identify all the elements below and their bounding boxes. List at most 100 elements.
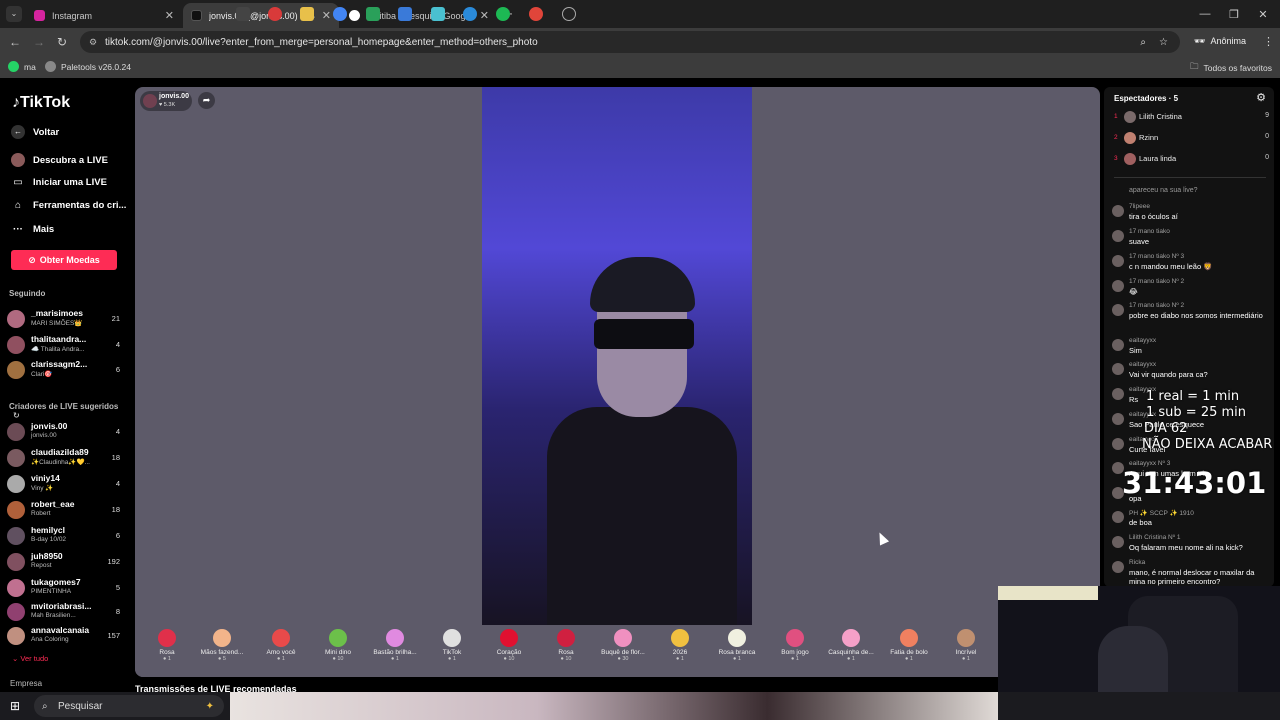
forward-button[interactable]: → xyxy=(33,35,45,49)
overlay-rate-sub: 1 sub = 25 min xyxy=(1146,405,1247,420)
rose-gift-icon xyxy=(158,629,176,647)
windows-start-icon[interactable]: ⊞ xyxy=(10,699,20,713)
bookmark-whatsapp[interactable]: ma xyxy=(8,61,36,72)
gift-item[interactable]: Rosa ● 10 xyxy=(537,629,595,662)
tiktok-icon xyxy=(191,10,202,21)
suggested-item[interactable]: hemilycl B-day 10/02 6 xyxy=(7,524,123,548)
taskbar-search[interactable]: ⌕ Pesquisar ✦ xyxy=(34,695,224,717)
refresh-icon[interactable]: ↻ xyxy=(13,411,20,420)
gift-item[interactable]: Incrível ● 1 xyxy=(937,629,995,662)
tab-instagram[interactable]: Instagram ✕ xyxy=(26,3,182,28)
avatar xyxy=(1112,280,1124,292)
share-icon[interactable]: ➦ xyxy=(198,92,215,109)
suggested-heading: Criadores de LIVE sugeridos ↻ xyxy=(9,402,119,420)
avatar xyxy=(1112,363,1124,375)
app-red-icon[interactable] xyxy=(268,7,282,21)
host-chip[interactable]: jonvis.00 ♥ 5.3K xyxy=(140,91,192,111)
avatar xyxy=(7,603,25,621)
site-info-icon[interactable]: ⚙ xyxy=(89,37,97,48)
suggested-item[interactable]: juh8950 Repost 192 xyxy=(7,550,123,574)
avatar xyxy=(7,527,25,545)
menu-discover-live[interactable]: Descubra a LIVE xyxy=(11,153,108,167)
chevron-down-icon: ⌄ xyxy=(12,654,19,663)
more-icon: ··· xyxy=(13,224,23,235)
menu-creator-tools[interactable]: ⌂ Ferramentas do cri... xyxy=(11,200,126,211)
avatar xyxy=(1112,511,1124,523)
menu-kebab-icon[interactable]: ⋮ xyxy=(1263,35,1274,48)
see-all-link[interactable]: ⌄ Ver tudo xyxy=(12,654,48,663)
avatar xyxy=(1112,304,1124,316)
avatar xyxy=(7,336,25,354)
avatar xyxy=(1112,205,1124,217)
suggested-item[interactable]: mvitoriabrasi... Mah Brasilien... 8 xyxy=(7,600,123,624)
suggested-item[interactable]: tukagomes7 PIMENTINHA 5 xyxy=(7,576,123,600)
avatar xyxy=(1112,536,1124,548)
settings-icon[interactable]: ⚙ xyxy=(1256,91,1266,104)
gift-item[interactable]: Mãos fazend... ● 5 xyxy=(193,629,251,662)
gift-item[interactable]: Rosa branca ● 1 xyxy=(708,629,766,662)
overlay-timer: 31:43:01 xyxy=(1122,466,1267,500)
suggested-item[interactable]: viniy14 Viny ✨ 4 xyxy=(7,472,123,496)
store-icon[interactable] xyxy=(398,7,412,21)
suggested-item[interactable]: annavalcanaia Ana Coloring 157 xyxy=(7,624,123,648)
obs-icon[interactable] xyxy=(562,7,576,21)
suggested-item[interactable]: claudiazilda89 ✨Claudinha✨💛... 18 xyxy=(7,446,123,470)
gift-item[interactable]: Fatia de bolo ● 1 xyxy=(880,629,938,662)
reload-button[interactable]: ↻ xyxy=(57,35,67,49)
star-icon[interactable]: ☆ xyxy=(1159,37,1168,48)
gift-item[interactable]: Bastão brilha... ● 1 xyxy=(366,629,424,662)
close-icon[interactable]: ✕ xyxy=(480,9,489,22)
gift-item[interactable]: Coração ● 10 xyxy=(480,629,538,662)
following-item[interactable]: clarissagm2... Clari🎯 6 xyxy=(7,358,123,382)
avatar xyxy=(7,449,25,467)
file-explorer-icon[interactable] xyxy=(300,7,314,21)
google-icon xyxy=(349,10,360,21)
menu-back[interactable]: ← Voltar xyxy=(11,125,59,139)
chrome-icon[interactable] xyxy=(333,7,347,21)
love-gift-icon xyxy=(272,629,290,647)
following-item[interactable]: thalitaandra... ☁️ Thalita Andra... 4 xyxy=(7,333,123,357)
gift-item[interactable]: Amo você ● 1 xyxy=(252,629,310,662)
app-green-icon[interactable] xyxy=(366,7,380,21)
gift-item[interactable]: Casquinha de... ● 1 xyxy=(822,629,880,662)
incognito-profile[interactable]: 🕶 Anônima xyxy=(1194,36,1246,47)
task-view-icon[interactable] xyxy=(236,7,250,21)
overlay-slogan: NÃO DEIXA ACABAR xyxy=(1142,437,1273,452)
gift-item[interactable]: Rosa ● 1 xyxy=(138,629,196,662)
viewer-row[interactable]: 1 Lilith Cristina 9 xyxy=(1114,109,1269,127)
viewer-row[interactable]: 2 Rzinn 0 xyxy=(1114,130,1269,148)
menu-start-live[interactable]: ▭ Iniciar uma LIVE xyxy=(11,177,107,188)
live-player[interactable]: jonvis.00 ♥ 5.3K ➦ Rosa ● 1 Mãos fazend..… xyxy=(135,87,1100,677)
close-icon[interactable]: ✕ xyxy=(165,9,174,22)
spotify-icon[interactable] xyxy=(496,7,510,21)
window-close-button[interactable]: ✕ xyxy=(1246,0,1280,28)
company-link[interactable]: Empresa xyxy=(10,679,42,688)
viewer-row[interactable]: 3 Laura linda 0 xyxy=(1114,151,1269,169)
edge-icon[interactable] xyxy=(463,7,477,21)
live-video[interactable] xyxy=(482,87,752,627)
back-button[interactable]: ← xyxy=(9,35,21,49)
app-cyan-icon[interactable] xyxy=(431,7,445,21)
suggested-item[interactable]: jonvis.00 jonvis.00 4 xyxy=(7,420,123,444)
menu-more[interactable]: ··· Mais xyxy=(11,224,54,235)
close-icon[interactable]: ✕ xyxy=(322,9,331,22)
following-item[interactable]: _marisimoes MARI SIMÕES👑 21 xyxy=(7,307,123,331)
gift-item[interactable]: 2026 ● 1 xyxy=(651,629,709,662)
chrome-active-icon[interactable] xyxy=(529,7,543,21)
gift-item[interactable]: TikTok ● 1 xyxy=(423,629,481,662)
bouquet-gift-icon xyxy=(614,629,632,647)
gift-item[interactable]: Bom jogo ● 1 xyxy=(766,629,824,662)
tab-tiktok[interactable]: jonvis.00 (@jonvis.00) com 🔈 ✕ xyxy=(183,3,339,28)
bookmark-paletools[interactable]: Paletools v26.0.24 xyxy=(45,61,131,72)
gift-item[interactable]: Buquê de flor... ● 30 xyxy=(594,629,652,662)
all-bookmarks[interactable]: 🗀 Todos os favoritos xyxy=(1190,61,1272,75)
tab-list-button[interactable]: ⌄ xyxy=(6,6,22,22)
zoom-icon[interactable]: ⌕ xyxy=(1140,37,1146,48)
gift-item[interactable]: Mini dino ● 10 xyxy=(309,629,367,662)
url-field[interactable]: ⚙ tiktok.com/@jonvis.00/live?enter_from_… xyxy=(80,31,1180,53)
partial-message: apareceu na sua live? xyxy=(1129,187,1198,194)
tiktok-logo[interactable]: ♪TikTok xyxy=(12,94,70,112)
get-coins-button[interactable]: ⊘ Obter Moedas xyxy=(11,250,117,270)
home-icon: ⌂ xyxy=(14,200,22,211)
suggested-item[interactable]: robert_eae Robert 18 xyxy=(7,498,123,522)
